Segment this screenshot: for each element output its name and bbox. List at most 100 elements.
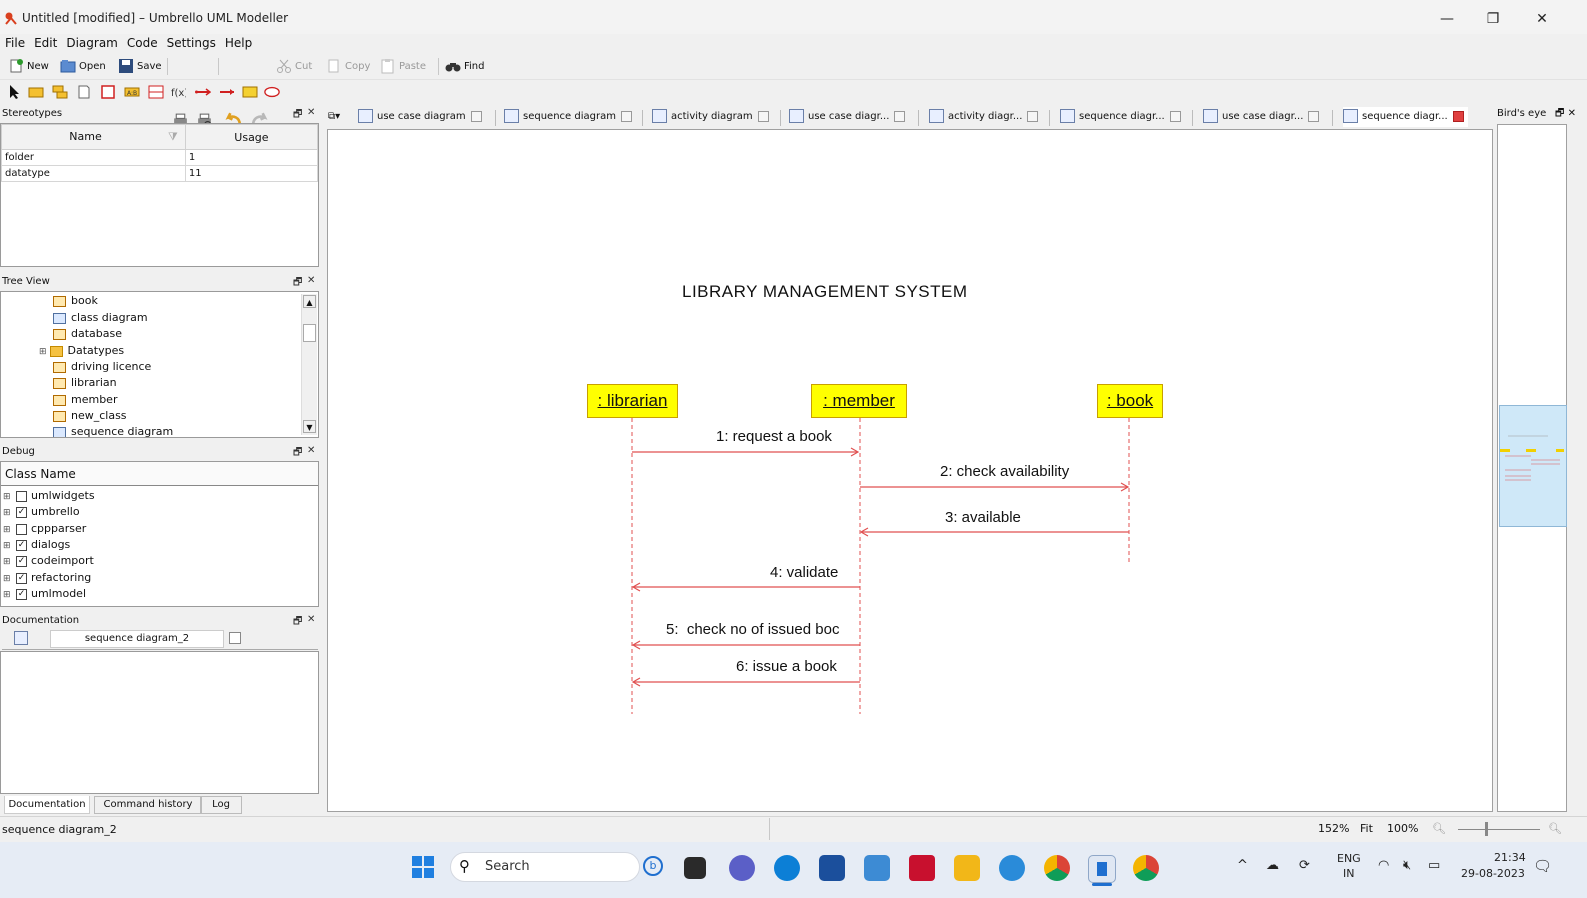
debug-item[interactable]: ⊞ ✓ refactoring xyxy=(3,570,91,586)
scroll-thumb[interactable] xyxy=(303,324,316,342)
zoom-in-icon[interactable]: 🔍︎ xyxy=(1548,822,1562,835)
menu-code[interactable]: Code xyxy=(122,34,162,52)
diagram-name-field[interactable]: sequence diagram_2 xyxy=(50,630,224,648)
tree-item[interactable]: database xyxy=(53,326,122,342)
tab-documentation[interactable]: Documentation xyxy=(4,796,90,814)
menu-edit[interactable]: Edit xyxy=(29,34,61,52)
zoom-100-button[interactable]: 100% xyxy=(1387,822,1418,835)
menu-file[interactable]: File xyxy=(0,34,29,52)
message-3-label[interactable]: 3: available xyxy=(945,509,1021,526)
checkbox-checked[interactable]: ✓ xyxy=(16,506,27,518)
checkbox-checked[interactable]: ✓ xyxy=(16,572,27,584)
notification-icon[interactable]: 🗨︎ xyxy=(1533,857,1552,875)
mcafee-icon[interactable] xyxy=(909,855,935,881)
object-book[interactable]: : book xyxy=(1097,384,1163,418)
message-6-label[interactable]: 6: issue a book xyxy=(736,658,837,675)
tab-close-icon[interactable] xyxy=(1169,110,1181,122)
chrome-icon[interactable] xyxy=(1044,855,1070,881)
edge-browser-icon[interactable] xyxy=(774,855,800,881)
message-2-label[interactable]: 2: check availability xyxy=(940,463,1069,480)
show-hidden-icons[interactable]: ^ xyxy=(1237,858,1248,873)
zoom-fit-button[interactable]: Fit xyxy=(1360,822,1373,835)
expand-icon[interactable]: ⊞ xyxy=(3,571,11,587)
zoom-slider-handle[interactable] xyxy=(1485,822,1488,836)
checkbox-unchecked[interactable] xyxy=(16,490,27,502)
ellipse-icon[interactable] xyxy=(264,84,280,100)
panel-float-icon[interactable]: 🗗 xyxy=(293,445,302,462)
tab-close-icon[interactable] xyxy=(1308,110,1320,122)
column-header-usage[interactable]: Usage xyxy=(184,124,319,150)
note-icon[interactable] xyxy=(76,84,92,100)
combined-fragment-icon[interactable] xyxy=(148,84,164,100)
tab-close-icon[interactable] xyxy=(1452,110,1464,122)
save-button[interactable]: Save xyxy=(118,57,162,76)
minimize-button[interactable]: — xyxy=(1424,6,1470,32)
message-4-label[interactable]: 4: validate xyxy=(770,564,838,581)
new-button[interactable]: New xyxy=(8,57,49,76)
debug-item[interactable]: ⊞ ✓ umlmodel xyxy=(3,586,86,602)
tab-close-icon[interactable] xyxy=(470,110,482,122)
copy-button[interactable]: Copy xyxy=(326,57,370,76)
table-row[interactable]: datatype 11 xyxy=(1,165,319,182)
volume-muted-icon[interactable]: 🔇︎ xyxy=(1403,858,1411,873)
expand-icon[interactable]: ⊞ xyxy=(3,587,11,603)
zoom-slider[interactable] xyxy=(1458,829,1540,830)
expand-icon[interactable]: ⊞ xyxy=(39,344,47,360)
menu-diagram[interactable]: Diagram xyxy=(61,34,122,52)
clock-time[interactable]: 21:34 xyxy=(1494,851,1526,864)
expand-icon[interactable]: ⊞ xyxy=(3,489,11,505)
tree-item[interactable]: ⊞ Datatypes xyxy=(39,343,124,359)
debug-item[interactable]: ⊞ umlwidgets xyxy=(3,488,95,504)
panel-close-icon[interactable]: ✕ xyxy=(307,275,315,286)
tree-item[interactable]: new_class xyxy=(53,408,127,424)
tab-activity-diagr-2[interactable]: activity diagr... xyxy=(929,107,1039,127)
cut-button[interactable]: Cut xyxy=(276,57,312,76)
class-name-header[interactable]: Class Name xyxy=(1,462,318,486)
message-5-label[interactable]: 5: check no of issued boc xyxy=(666,621,854,638)
tab-close-icon[interactable] xyxy=(757,110,769,122)
tab-sequence-diagr-active[interactable]: sequence diagr... xyxy=(1343,107,1468,127)
documentation-checkbox[interactable] xyxy=(229,632,241,644)
mobile-app-icon[interactable] xyxy=(864,855,890,881)
menu-settings[interactable]: Settings xyxy=(162,34,220,52)
state-widget-icon[interactable] xyxy=(242,84,258,100)
tree-item[interactable]: book xyxy=(53,293,98,309)
umbrello-taskbar-icon[interactable] xyxy=(1088,855,1116,883)
tab-sequence-diagram[interactable]: sequence diagram xyxy=(504,107,632,127)
taskbar-search-box[interactable]: ⚲ Search b xyxy=(450,852,663,882)
sync-message-icon[interactable] xyxy=(195,84,211,100)
checkbox-checked[interactable]: ✓ xyxy=(16,588,27,600)
expand-icon[interactable]: ⊞ xyxy=(3,538,11,554)
debug-item[interactable]: ⊞ cppparser xyxy=(3,521,86,537)
panel-close-icon[interactable]: ✕ xyxy=(307,445,315,456)
scroll-down-icon[interactable]: ▼ xyxy=(303,420,316,433)
panel-close-icon[interactable]: ✕ xyxy=(1564,108,1576,119)
tab-close-icon[interactable] xyxy=(620,110,632,122)
checkbox-checked[interactable]: ✓ xyxy=(16,555,27,567)
new-tab-icon[interactable]: ⧉▾ xyxy=(328,107,340,127)
bing-icon[interactable]: b xyxy=(643,856,663,876)
tree-item[interactable]: driving licence xyxy=(53,359,151,375)
object-widget-icon[interactable] xyxy=(28,84,44,100)
panel-float-icon[interactable]: 🗗 xyxy=(1555,108,1564,119)
wifi-icon[interactable]: ◠ xyxy=(1378,858,1389,873)
checkbox-unchecked[interactable] xyxy=(16,523,27,535)
chrome-icon[interactable] xyxy=(1133,855,1159,881)
object-stereotype-icon[interactable] xyxy=(52,84,68,100)
find-button[interactable]: Find xyxy=(445,57,485,76)
menu-help[interactable]: Help xyxy=(220,34,256,52)
tab-use-case-diagram[interactable]: use case diagram xyxy=(358,107,482,127)
task-view-icon[interactable] xyxy=(684,857,706,879)
box-icon[interactable] xyxy=(100,84,116,100)
tab-sequence-diagr-2[interactable]: sequence diagr... xyxy=(1060,107,1181,127)
debug-item[interactable]: ⊞ ✓ codeimport xyxy=(3,553,94,569)
region-indicator[interactable]: IN xyxy=(1343,867,1354,880)
precondition-icon[interactable]: f(x) xyxy=(170,84,186,100)
checkbox-checked[interactable]: ✓ xyxy=(16,539,27,551)
battery-icon[interactable]: ▭ xyxy=(1428,858,1440,873)
panel-close-icon[interactable]: ✕ xyxy=(307,107,315,118)
panel-close-icon[interactable]: ✕ xyxy=(307,614,315,625)
expand-icon[interactable]: ⊞ xyxy=(3,505,11,521)
expand-icon[interactable]: ⊞ xyxy=(3,554,11,570)
tree-item[interactable]: librarian xyxy=(53,375,117,391)
